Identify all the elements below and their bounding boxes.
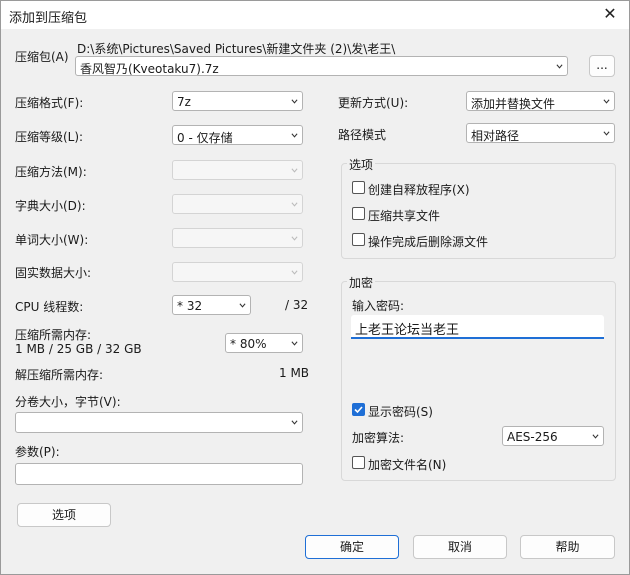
decompress-memory-label: 解压缩所需内存: xyxy=(15,368,104,382)
add-to-archive-dialog: 添加到压缩包 ✕ 压缩包(A) D:\系统\Pictures\Saved Pic… xyxy=(0,0,630,575)
memory-label: 压缩所需内存: xyxy=(15,328,92,342)
update-value: 添加并替换文件 xyxy=(471,97,556,111)
chevron-down-icon xyxy=(291,236,298,241)
archive-name-value: 香风智乃(Kveotaku7).7z xyxy=(80,62,219,76)
archive-label: 压缩包(A) xyxy=(15,50,69,64)
window-title: 添加到压缩包 xyxy=(9,11,88,26)
dict-label: 字典大小(D): xyxy=(15,199,86,213)
chevron-down-icon xyxy=(291,341,298,346)
enc-method-label: 加密算法: xyxy=(352,431,405,445)
sfx-checkbox[interactable] xyxy=(352,181,365,194)
password-label: 输入密码: xyxy=(352,299,405,313)
method-label: 压缩方法(M): xyxy=(15,165,87,179)
solid-label: 固实数据大小: xyxy=(15,266,92,280)
chevron-down-icon xyxy=(603,131,610,136)
format-combo[interactable]: 7z xyxy=(172,91,303,111)
close-icon[interactable]: ✕ xyxy=(599,4,621,24)
delete-after-label: 操作完成后删除源文件 xyxy=(368,235,489,249)
word-combo xyxy=(172,228,303,248)
enc-method-combo[interactable]: AES-256 xyxy=(502,426,604,446)
chevron-down-icon xyxy=(239,303,246,308)
level-value: 0 - 仅存储 xyxy=(177,131,233,145)
path-mode-combo[interactable]: 相对路径 xyxy=(466,123,615,143)
shared-checkbox[interactable] xyxy=(352,207,365,220)
delete-after-checkbox[interactable] xyxy=(352,233,365,246)
path-mode-label: 路径模式 xyxy=(338,128,387,142)
show-password-label: 显示密码(S) xyxy=(368,405,433,419)
chevron-down-icon xyxy=(291,133,298,138)
solid-combo xyxy=(172,262,303,282)
memory-combo[interactable]: * 80% xyxy=(225,333,303,353)
archive-path: D:\系统\Pictures\Saved Pictures\新建文件夹 (2)\… xyxy=(77,42,396,56)
decompress-memory-value: 1 MB xyxy=(279,366,310,380)
help-button[interactable]: 帮助 xyxy=(520,535,615,559)
archive-name-combo[interactable]: 香风智乃(Kveotaku7).7z xyxy=(75,56,568,76)
chevron-down-icon xyxy=(291,168,298,173)
volume-combo[interactable] xyxy=(15,412,303,433)
chevron-down-icon xyxy=(291,420,298,425)
enc-method-value: AES-256 xyxy=(507,430,558,444)
cancel-button[interactable]: 取消 xyxy=(413,535,507,559)
word-label: 单词大小(W): xyxy=(15,233,89,247)
checkmark-icon xyxy=(354,406,363,414)
threads-label: CPU 线程数: xyxy=(15,300,84,314)
chevron-down-icon xyxy=(592,434,599,439)
threads-combo[interactable]: * 32 xyxy=(172,295,251,315)
encryption-group-title: 加密 xyxy=(347,274,376,291)
encrypt-names-checkbox[interactable] xyxy=(352,456,365,469)
password-input[interactable]: 上老王论坛当老王 xyxy=(351,315,604,339)
chevron-down-icon xyxy=(556,64,563,69)
update-label: 更新方式(U): xyxy=(338,96,409,110)
password-value: 上老王论坛当老王 xyxy=(355,323,460,338)
threads-total: / 32 xyxy=(285,298,309,312)
memory-detail: 1 MB / 25 GB / 32 GB xyxy=(15,342,142,356)
memory-value: * 80% xyxy=(230,337,267,351)
params-input[interactable] xyxy=(15,463,303,485)
format-value: 7z xyxy=(177,95,191,109)
dict-combo xyxy=(172,194,303,214)
method-combo xyxy=(172,160,303,180)
volume-label: 分卷大小，字节(V): xyxy=(15,395,121,409)
options-button[interactable]: 选项 xyxy=(17,503,111,527)
encrypt-names-label: 加密文件名(N) xyxy=(368,458,447,472)
title-bar: 添加到压缩包 ✕ xyxy=(1,1,629,29)
options-group-title: 选项 xyxy=(347,156,376,173)
browse-button[interactable]: ... xyxy=(589,55,615,77)
ok-button[interactable]: 确定 xyxy=(305,535,399,559)
update-combo[interactable]: 添加并替换文件 xyxy=(466,91,615,111)
shared-label: 压缩共享文件 xyxy=(368,209,441,223)
path-mode-value: 相对路径 xyxy=(471,129,520,143)
chevron-down-icon xyxy=(603,99,610,104)
chevron-down-icon xyxy=(291,99,298,104)
chevron-down-icon xyxy=(291,270,298,275)
chevron-down-icon xyxy=(291,202,298,207)
show-password-checkbox[interactable] xyxy=(352,403,365,416)
level-combo[interactable]: 0 - 仅存储 xyxy=(172,125,303,145)
sfx-label: 创建自释放程序(X) xyxy=(368,183,470,197)
level-label: 压缩等级(L): xyxy=(15,130,84,144)
threads-value: * 32 xyxy=(177,299,203,313)
params-label: 参数(P): xyxy=(15,445,60,459)
format-label: 压缩格式(F): xyxy=(15,96,84,110)
